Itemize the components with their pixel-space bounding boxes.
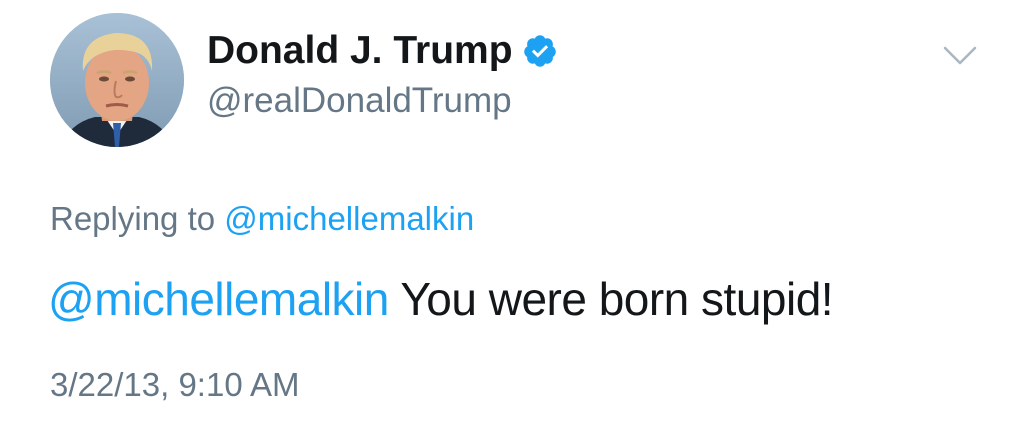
timestamp[interactable]: 3/22/13, 9:10 AM (50, 365, 300, 405)
tweet-card: Donald J. Trump @realDonaldTrump Replyin… (0, 0, 1024, 432)
reply-context: Replying to @michellemalkin (50, 199, 474, 239)
verified-badge-icon (522, 33, 558, 69)
tweet-body: You were born stupid! (400, 273, 834, 325)
profile-photo (50, 13, 184, 147)
tweet-text: @michellemalkin You were born stupid! (48, 272, 834, 326)
chevron-down-icon[interactable] (942, 43, 978, 69)
reply-mention-link[interactable]: @michellemalkin (224, 200, 474, 237)
user-handle[interactable]: @realDonaldTrump (207, 80, 512, 122)
reply-context-prefix: Replying to (50, 200, 216, 237)
tweet-mention-link[interactable]: @michellemalkin (48, 273, 389, 325)
display-name[interactable]: Donald J. Trump (207, 28, 513, 74)
avatar[interactable] (50, 13, 184, 147)
